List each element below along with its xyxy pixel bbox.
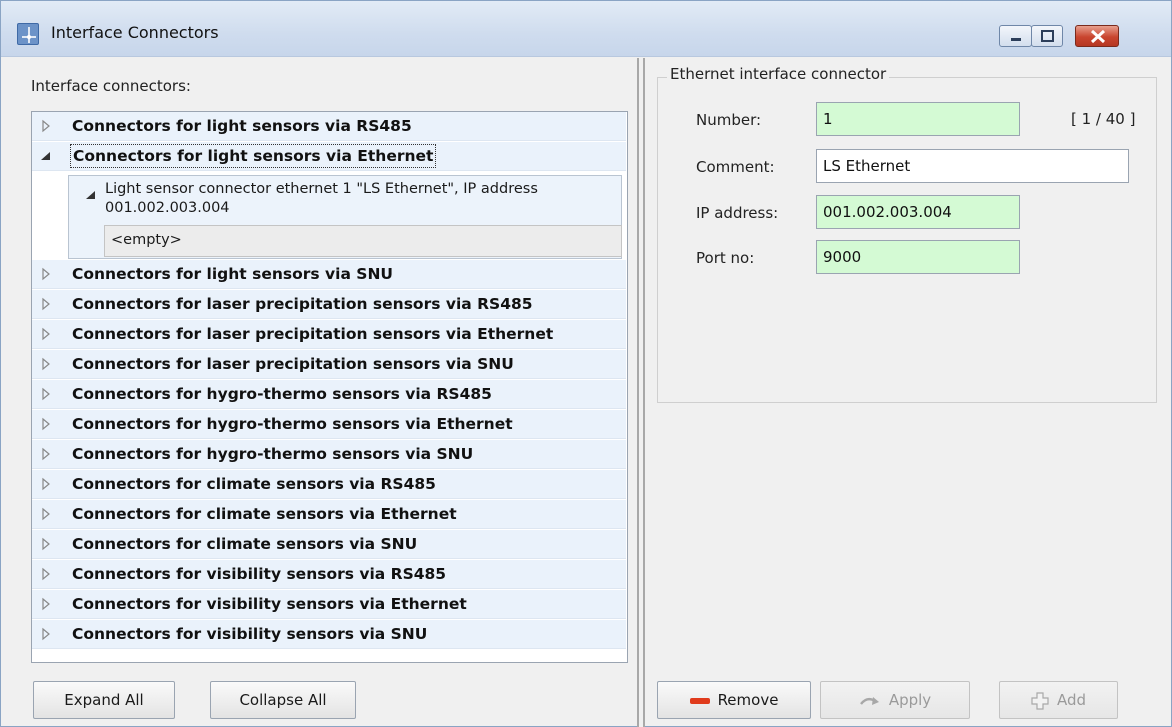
- tree-item-climate-rs485[interactable]: Connectors for climate sensors via RS485: [32, 470, 626, 499]
- add-label: Add: [1056, 691, 1087, 709]
- collapsed-arrow-icon[interactable]: [39, 119, 53, 133]
- collapsed-arrow-icon[interactable]: [39, 477, 53, 491]
- tree-item-label: Connectors for laser precipitation senso…: [72, 355, 514, 373]
- interface-connectors-window: Interface Connectors Interface connector…: [0, 0, 1172, 727]
- collapsed-arrow-icon[interactable]: [39, 297, 53, 311]
- close-button[interactable]: [1075, 25, 1119, 47]
- minimize-button[interactable]: [999, 25, 1032, 47]
- tree-item-label: Connectors for light sensors via RS485: [72, 117, 412, 135]
- tree-item-light-ethernet[interactable]: Connectors for light sensors via Etherne…: [32, 142, 626, 171]
- ip-address-field[interactable]: 001.002.003.004: [816, 195, 1020, 229]
- collapsed-arrow-icon[interactable]: [39, 417, 53, 431]
- tree-item-label: Connectors for light sensors via SNU: [72, 265, 394, 283]
- port-field[interactable]: 9000: [816, 240, 1020, 274]
- tree-item-laser-ethernet[interactable]: Connectors for laser precipitation senso…: [32, 320, 626, 349]
- collapsed-arrow-icon[interactable]: [39, 597, 53, 611]
- minus-icon: [689, 697, 710, 704]
- tree-item-visibility-ethernet[interactable]: Connectors for visibility sensors via Et…: [32, 590, 626, 619]
- group-title: Ethernet interface connector: [667, 65, 890, 83]
- comment-field[interactable]: LS Ethernet: [816, 149, 1129, 183]
- record-counter: [ 1 / 40 ]: [1071, 110, 1136, 128]
- tree-item-laser-snu[interactable]: Connectors for laser precipitation senso…: [32, 350, 626, 379]
- number-label: Number:: [696, 111, 762, 129]
- collapsed-arrow-icon[interactable]: [39, 267, 53, 281]
- tree-item-hygro-ethernet[interactable]: Connectors for hygro-thermo sensors via …: [32, 410, 626, 439]
- collapsed-arrow-icon[interactable]: [39, 357, 53, 371]
- collapse-all-button[interactable]: Collapse All: [210, 681, 356, 719]
- tree-item-climate-snu[interactable]: Connectors for climate sensors via SNU: [32, 530, 626, 559]
- tree-item-hygro-snu[interactable]: Connectors for hygro-thermo sensors via …: [32, 440, 626, 469]
- comment-label: Comment:: [696, 158, 775, 176]
- tree-item-visibility-rs485[interactable]: Connectors for visibility sensors via RS…: [32, 560, 626, 589]
- tree-item-label: Connectors for visibility sensors via SN…: [72, 625, 428, 643]
- empty-label: <empty>: [111, 232, 182, 248]
- tree-item-visibility-snu[interactable]: Connectors for visibility sensors via SN…: [32, 620, 626, 649]
- collapsed-arrow-icon[interactable]: [39, 387, 53, 401]
- tree-item-laser-rs485[interactable]: Connectors for laser precipitation senso…: [32, 290, 626, 319]
- tree-item-empty[interactable]: <empty>: [104, 225, 622, 257]
- collapsed-arrow-icon[interactable]: [39, 627, 53, 641]
- plus-icon: [1031, 691, 1049, 710]
- remove-button[interactable]: Remove: [657, 681, 811, 719]
- port-label: Port no:: [696, 249, 755, 267]
- tree-item-label: Connectors for light sensors via Etherne…: [70, 144, 437, 168]
- tree-item-label: Connectors for climate sensors via RS485: [72, 475, 436, 493]
- remove-label: Remove: [717, 691, 779, 709]
- maximize-button[interactable]: [1031, 25, 1063, 47]
- add-button[interactable]: Add: [999, 681, 1118, 719]
- tree-item-label: Connectors for climate sensors via Ether…: [72, 505, 457, 523]
- interface-connectors-label: Interface connectors:: [31, 77, 191, 95]
- tree-item-light-snu[interactable]: Connectors for light sensors via SNU: [32, 260, 626, 289]
- tree-item-label: Light sensor connector ethernet 1 "LS Et…: [105, 181, 538, 216]
- tree-item-label: Connectors for laser precipitation senso…: [72, 325, 554, 343]
- apply-label: Apply: [888, 691, 932, 709]
- expanded-arrow-icon[interactable]: [85, 189, 97, 201]
- app-icon: [17, 23, 39, 45]
- apply-button[interactable]: Apply: [820, 681, 970, 719]
- collapsed-arrow-icon[interactable]: [39, 447, 53, 461]
- collapsed-arrow-icon[interactable]: [39, 327, 53, 341]
- tree-item-label: Connectors for hygro-thermo sensors via …: [72, 445, 474, 463]
- tree-item-light-rs485[interactable]: Connectors for light sensors via RS485: [32, 112, 626, 141]
- expand-all-button[interactable]: Expand All: [33, 681, 175, 719]
- tree-item-label: Connectors for climate sensors via SNU: [72, 535, 418, 553]
- ip-address-label: IP address:: [696, 204, 779, 222]
- tree-item-label: Connectors for visibility sensors via Et…: [72, 595, 467, 613]
- tree-item-hygro-rs485[interactable]: Connectors for hygro-thermo sensors via …: [32, 380, 626, 409]
- title-bar: Interface Connectors: [1, 1, 1171, 57]
- collapsed-arrow-icon[interactable]: [39, 537, 53, 551]
- number-field[interactable]: 1: [816, 102, 1020, 136]
- apply-arrow-icon: [859, 696, 879, 705]
- tree-item-label: Connectors for laser precipitation senso…: [72, 295, 533, 313]
- tree-item-climate-ethernet[interactable]: Connectors for climate sensors via Ether…: [32, 500, 626, 529]
- collapsed-arrow-icon[interactable]: [39, 567, 53, 581]
- tree-item-label: Connectors for visibility sensors via RS…: [72, 565, 447, 583]
- tree-item-label: Connectors for hygro-thermo sensors via …: [72, 415, 513, 433]
- collapsed-arrow-icon[interactable]: [39, 507, 53, 521]
- tree-item-ls-ethernet-1[interactable]: Light sensor connector ethernet 1 "LS Et…: [85, 177, 620, 227]
- tree-item-label: Connectors for hygro-thermo sensors via …: [72, 385, 492, 403]
- window-title: Interface Connectors: [51, 23, 219, 42]
- panel-splitter[interactable]: [637, 58, 645, 727]
- expanded-arrow-icon[interactable]: [39, 149, 53, 163]
